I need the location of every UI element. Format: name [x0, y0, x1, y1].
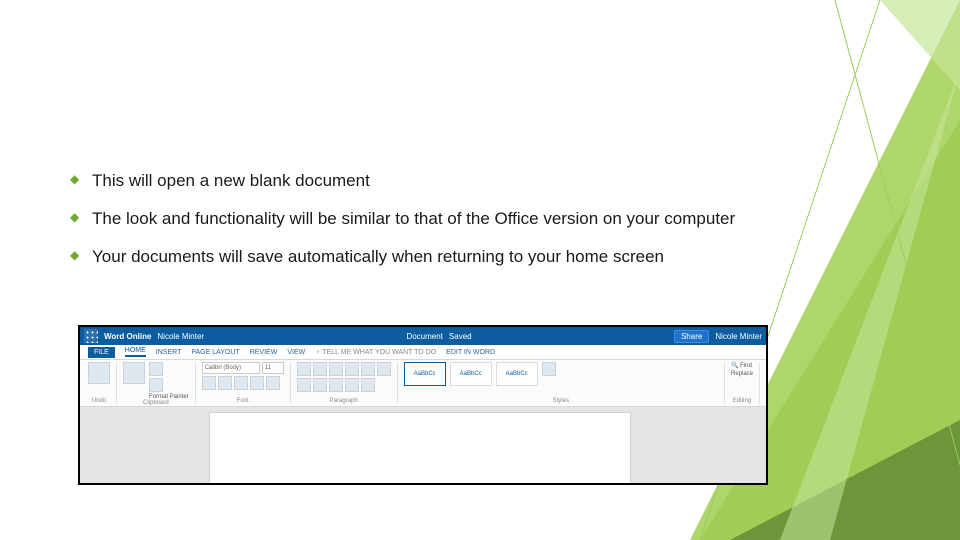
- ribbon-group-paragraph: Paragraph: [295, 362, 398, 404]
- tell-me-search[interactable]: ♀ Tell me what you want to do: [315, 349, 436, 356]
- document-canvas[interactable]: [80, 407, 766, 485]
- ribbon-group-clipboard: Format Painter Clipboard: [121, 362, 196, 404]
- styles-more-icon[interactable]: [542, 362, 556, 376]
- paste-icon[interactable]: [123, 362, 145, 384]
- bold-icon[interactable]: [202, 376, 216, 390]
- signed-in-user[interactable]: Nicole Minter: [715, 332, 762, 341]
- ribbon-group-font: Calibri (Body) 11 Font: [200, 362, 291, 404]
- tab-layout[interactable]: PAGE LAYOUT: [191, 349, 239, 356]
- ribbon-tabs: FILE HOME INSERT PAGE LAYOUT REVIEW VIEW…: [80, 345, 766, 360]
- app-name: Word Online: [104, 332, 151, 341]
- ribbon-group-editing: 🔍 Find Replace Editing: [729, 362, 760, 404]
- multilevel-icon[interactable]: [329, 362, 343, 376]
- blank-page[interactable]: [210, 413, 630, 485]
- tab-insert[interactable]: INSERT: [156, 349, 182, 356]
- share-button[interactable]: Share: [674, 330, 709, 343]
- align-right-icon[interactable]: [329, 378, 343, 392]
- tab-home[interactable]: HOME: [125, 347, 146, 357]
- word-titlebar: Word Online Nicole Minter Document Saved…: [80, 327, 766, 345]
- tab-file[interactable]: FILE: [88, 347, 115, 358]
- decrease-indent-icon[interactable]: [345, 362, 359, 376]
- bullet-item: Your documents will save automatically w…: [70, 246, 830, 268]
- edit-in-word[interactable]: EDIT IN WORD: [446, 349, 495, 356]
- bullets-icon[interactable]: [297, 362, 311, 376]
- style-normal[interactable]: AaBbCc: [404, 362, 446, 386]
- replace-button[interactable]: Replace: [731, 371, 753, 377]
- numbering-icon[interactable]: [313, 362, 327, 376]
- font-size-select[interactable]: 11: [262, 362, 284, 374]
- word-online-screenshot: Word Online Nicole Minter Document Saved…: [78, 325, 768, 485]
- tab-view[interactable]: VIEW: [287, 349, 305, 356]
- app-launcher-icon[interactable]: [84, 329, 98, 343]
- save-status: Saved: [449, 332, 472, 341]
- style-heading1[interactable]: AaBbCc: [450, 362, 492, 386]
- find-button[interactable]: 🔍 Find: [731, 362, 752, 369]
- group-label: Paragraph: [297, 398, 391, 404]
- underline-icon[interactable]: [234, 376, 248, 390]
- group-label: Styles: [404, 398, 718, 404]
- tab-review[interactable]: REVIEW: [250, 349, 278, 356]
- line-spacing-icon[interactable]: [361, 378, 375, 392]
- bullet-item: The look and functionality will be simil…: [70, 208, 830, 230]
- slide-body: This will open a new blank document The …: [70, 170, 830, 284]
- group-label: Editing: [731, 398, 753, 404]
- font-color-icon[interactable]: [250, 376, 264, 390]
- increase-indent-icon[interactable]: [361, 362, 375, 376]
- group-label: Undo: [88, 398, 110, 404]
- copy-icon[interactable]: [149, 378, 163, 392]
- cut-icon[interactable]: [149, 362, 163, 376]
- ribbon: Undo Format Painter Clipboard Calibri (B…: [80, 360, 766, 407]
- group-label: Font: [202, 398, 284, 404]
- justify-icon[interactable]: [345, 378, 359, 392]
- ltr-icon[interactable]: [377, 362, 391, 376]
- font-name-select[interactable]: Calibri (Body): [202, 362, 260, 374]
- doc-name[interactable]: Document: [406, 332, 442, 341]
- group-label: Clipboard: [123, 400, 189, 406]
- italic-icon[interactable]: [218, 376, 232, 390]
- undo-icon[interactable]: [88, 362, 110, 384]
- align-center-icon[interactable]: [313, 378, 327, 392]
- ribbon-group-undo: Undo: [86, 362, 117, 404]
- bullet-item: This will open a new blank document: [70, 170, 830, 192]
- style-heading2[interactable]: AaBbCc: [496, 362, 538, 386]
- highlight-icon[interactable]: [266, 376, 280, 390]
- ribbon-group-styles: AaBbCc AaBbCc AaBbCc Styles: [402, 362, 725, 404]
- owner-name: Nicole Minter: [157, 332, 204, 341]
- align-left-icon[interactable]: [297, 378, 311, 392]
